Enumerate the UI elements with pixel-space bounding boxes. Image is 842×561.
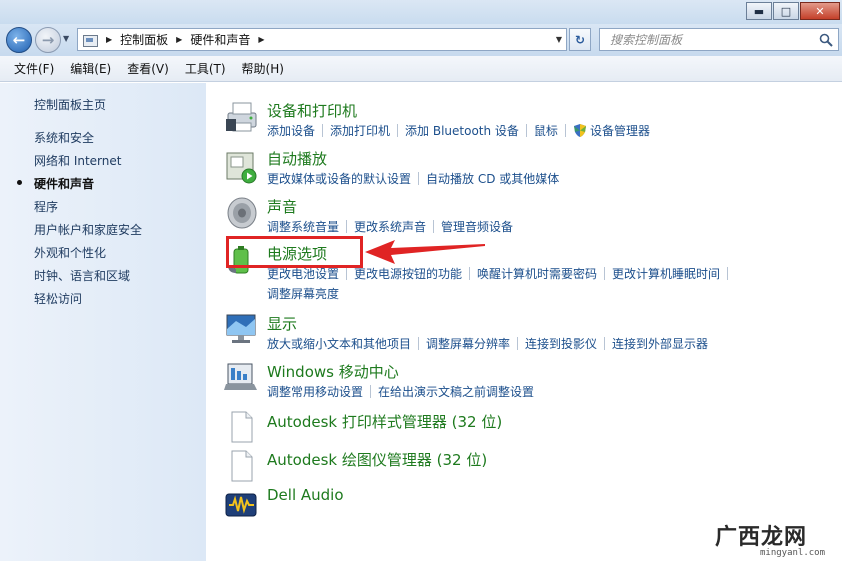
device-manager-link[interactable]: 设备管理器: [590, 122, 650, 139]
document-icon: [231, 411, 253, 443]
highlight-box: [226, 236, 363, 268]
divider: [418, 172, 420, 185]
connect-projector-link[interactable]: 连接到投影仪: [525, 335, 597, 352]
divider: [727, 267, 729, 280]
sidebar-item-home[interactable]: 控制面板主页: [34, 96, 106, 113]
sidebar-item-user-accounts[interactable]: 用户帐户和家庭安全: [34, 221, 142, 238]
connect-external-display-link[interactable]: 连接到外部显示器: [612, 335, 708, 352]
navigation-bar: ← → ▼ ▶ 控制面板 ▶ 硬件和声音 ▶ ▼ ↻ 搜索控制面板: [0, 24, 842, 56]
mobility-center-icon: [224, 363, 257, 390]
sidebar-item-appearance[interactable]: 外观和个性化: [34, 244, 106, 261]
refresh-button[interactable]: ↻: [569, 28, 591, 51]
chevron-right-icon[interactable]: ▶: [176, 35, 182, 44]
adjust-mobility-settings-link[interactable]: 调整常用移动设置: [267, 383, 363, 400]
menu-file[interactable]: 文件(F): [6, 60, 62, 77]
sidebar-item-programs[interactable]: 程序: [34, 198, 58, 215]
current-item-bullet-icon: [17, 180, 22, 185]
search-icon[interactable]: [819, 33, 833, 47]
menu-view[interactable]: 查看(V): [119, 60, 177, 77]
divider: [418, 337, 420, 350]
sidebar-item-system-security[interactable]: 系统和安全: [34, 129, 94, 146]
title-bar: ▬ □ ✕: [0, 0, 842, 24]
category-title[interactable]: 声音: [267, 196, 297, 217]
change-text-size-link[interactable]: 放大或缩小文本和其他项目: [267, 335, 411, 352]
search-input[interactable]: 搜索控制面板: [599, 28, 839, 51]
back-button[interactable]: ←: [6, 27, 32, 53]
category-title[interactable]: Windows 移动中心: [267, 361, 399, 382]
divider: [433, 220, 435, 233]
sidebar-item-ease-of-access[interactable]: 轻松访问: [34, 290, 82, 307]
presentation-settings-link[interactable]: 在给出演示文稿之前调整设置: [378, 383, 534, 400]
divider: [370, 385, 372, 398]
dell-audio-icon: [225, 493, 257, 517]
search-placeholder: 搜索控制面板: [610, 33, 683, 47]
category-title[interactable]: 显示: [267, 313, 297, 334]
autoplay-cd-link[interactable]: 自动播放 CD 或其他媒体: [426, 170, 559, 187]
address-bar[interactable]: ▶ 控制面板 ▶ 硬件和声音 ▶ ▼: [77, 28, 567, 51]
document-icon: [231, 450, 253, 482]
divider: [604, 337, 606, 350]
main-content: 设备和打印机 添加设备 添加打印机 添加 Bluetooth 设备 鼠标 设备管…: [206, 83, 842, 561]
divider: [397, 124, 399, 137]
recent-pages-dropdown-icon[interactable]: ▼: [63, 34, 69, 43]
watermark-url: mingyanl.com: [760, 548, 826, 558]
sidebar-item-network[interactable]: 网络和 Internet: [34, 152, 121, 169]
autoplay-icon: [226, 152, 257, 184]
menu-tools[interactable]: 工具(T): [177, 60, 234, 77]
printer-icon: [226, 102, 257, 132]
adjust-resolution-link[interactable]: 调整屏幕分辨率: [426, 335, 510, 352]
address-dropdown-icon[interactable]: ▼: [556, 35, 562, 44]
require-password-on-wakeup-link[interactable]: 唤醒计算机时需要密码: [477, 265, 597, 282]
chevron-right-icon[interactable]: ▶: [258, 35, 264, 44]
add-printer-link[interactable]: 添加打印机: [330, 122, 390, 139]
divider: [322, 124, 324, 137]
annotation-arrow-icon: [365, 240, 485, 264]
divider: [469, 267, 471, 280]
change-sleep-time-link[interactable]: 更改计算机睡眠时间: [612, 265, 720, 282]
minimize-button[interactable]: ▬: [746, 2, 772, 20]
maximize-button[interactable]: □: [773, 2, 799, 20]
mouse-link[interactable]: 鼠标: [534, 122, 558, 139]
chevron-right-icon[interactable]: ▶: [106, 35, 112, 44]
change-autoplay-defaults-link[interactable]: 更改媒体或设备的默认设置: [267, 170, 411, 187]
sidebar-item-hardware-sound[interactable]: 硬件和声音: [34, 175, 94, 192]
forward-button[interactable]: →: [35, 27, 61, 53]
category-title[interactable]: Dell Audio: [267, 486, 344, 504]
menu-help[interactable]: 帮助(H): [234, 60, 292, 77]
category-title[interactable]: 设备和打印机: [267, 100, 357, 121]
add-device-link[interactable]: 添加设备: [267, 122, 315, 139]
change-system-sounds-link[interactable]: 更改系统声音: [354, 218, 426, 235]
manage-audio-devices-link[interactable]: 管理音频设备: [441, 218, 513, 235]
divider: [604, 267, 606, 280]
shield-icon: [573, 124, 586, 137]
category-title[interactable]: Autodesk 打印样式管理器 (32 位): [267, 411, 502, 432]
adjust-volume-link[interactable]: 调整系统音量: [267, 218, 339, 235]
watermark-logo: 广西龙网: [715, 525, 808, 550]
sidebar-item-clock-region[interactable]: 时钟、语言和区域: [34, 267, 130, 284]
left-navigation-pane: 控制面板主页 系统和安全 网络和 Internet 硬件和声音 程序 用户帐户和…: [0, 83, 206, 561]
display-icon: [226, 314, 256, 343]
breadcrumb-control-panel[interactable]: 控制面板: [120, 31, 168, 48]
category-title[interactable]: Autodesk 绘图仪管理器 (32 位): [267, 449, 487, 470]
breadcrumb-hardware-sound[interactable]: 硬件和声音: [190, 31, 250, 48]
speaker-icon: [227, 197, 257, 229]
add-bluetooth-device-link[interactable]: 添加 Bluetooth 设备: [405, 122, 519, 139]
close-button[interactable]: ✕: [800, 2, 840, 20]
divider: [346, 220, 348, 233]
divider: [564, 124, 566, 137]
category-title[interactable]: 自动播放: [267, 148, 327, 169]
adjust-brightness-link[interactable]: 调整屏幕亮度: [267, 285, 339, 302]
divider: [525, 124, 527, 137]
menu-edit[interactable]: 编辑(E): [62, 60, 119, 77]
menu-bar: 文件(F) 编辑(E) 查看(V) 工具(T) 帮助(H): [0, 56, 842, 82]
window-controls: ▬ □ ✕: [746, 2, 840, 20]
control-panel-icon: [82, 33, 98, 47]
divider: [346, 267, 348, 280]
divider: [517, 337, 519, 350]
